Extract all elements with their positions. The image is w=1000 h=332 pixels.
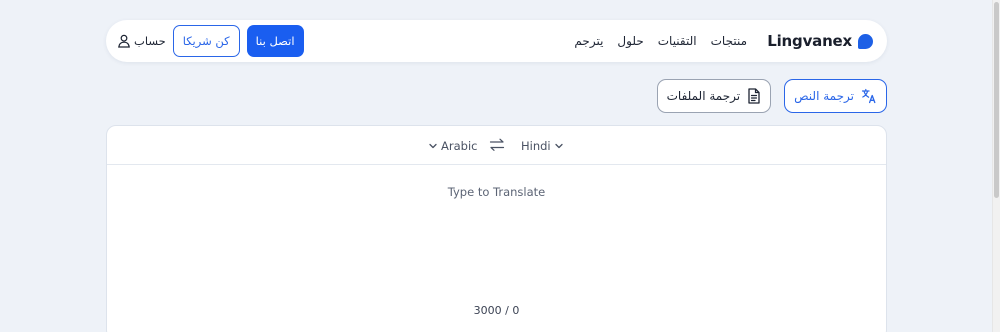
target-language-select[interactable]: Hindi: [521, 126, 564, 165]
nav-item-technologies[interactable]: التقنيات: [658, 34, 697, 48]
logo[interactable]: Lingvanex: [767, 20, 873, 62]
header-actions: حساب كن شريكا اتصل بنا: [117, 25, 304, 57]
account-label: حساب: [134, 34, 166, 48]
page: Lingvanex منتجات التقنيات حلول يترجم حسا…: [0, 0, 1000, 332]
target-language-label: Hindi: [521, 138, 551, 153]
chevron-down-icon: [554, 143, 563, 148]
contact-us-button[interactable]: اتصل بنا: [246, 25, 304, 57]
character-counter: 3000 / 0: [473, 304, 520, 317]
logo-text: Lingvanex: [767, 32, 852, 50]
document-icon: [748, 88, 760, 104]
user-icon: [118, 34, 130, 48]
top-nav-bar: Lingvanex منتجات التقنيات حلول يترجم حسا…: [106, 20, 887, 62]
source-language-label: Arabic: [441, 138, 478, 153]
page-scrollbar[interactable]: [992, 0, 1000, 332]
translator-card: Arabic Hindi 3000 / 0: [106, 125, 887, 332]
tab-text-translation[interactable]: ترجمة النص: [784, 79, 887, 113]
nav-item-products[interactable]: منتجات: [711, 34, 747, 48]
tab-text-translation-label: ترجمة النص: [794, 89, 854, 103]
scrollbar-thumb[interactable]: [994, 2, 999, 198]
tab-file-translation[interactable]: ترجمة الملفات: [656, 79, 772, 113]
account-link[interactable]: حساب: [117, 34, 166, 48]
become-partner-button[interactable]: كن شريكا: [172, 25, 240, 57]
translation-mode-tabs: ترجمة النص ترجمة الملفات: [656, 79, 887, 113]
nav-item-translate[interactable]: يترجم: [574, 34, 603, 48]
language-bar: Arabic Hindi: [107, 126, 886, 165]
swap-icon[interactable]: [489, 138, 505, 152]
lingvanex-logo-icon: [858, 33, 873, 49]
main-nav: منتجات التقنيات حلول يترجم: [574, 20, 747, 62]
chevron-down-icon: [429, 143, 437, 148]
nav-item-solutions[interactable]: حلول: [617, 34, 643, 48]
tab-file-translation-label: ترجمة الملفات: [666, 89, 741, 103]
translate-icon: [861, 88, 876, 104]
source-language-select[interactable]: Arabic: [428, 126, 477, 165]
source-text-input[interactable]: [107, 166, 886, 296]
